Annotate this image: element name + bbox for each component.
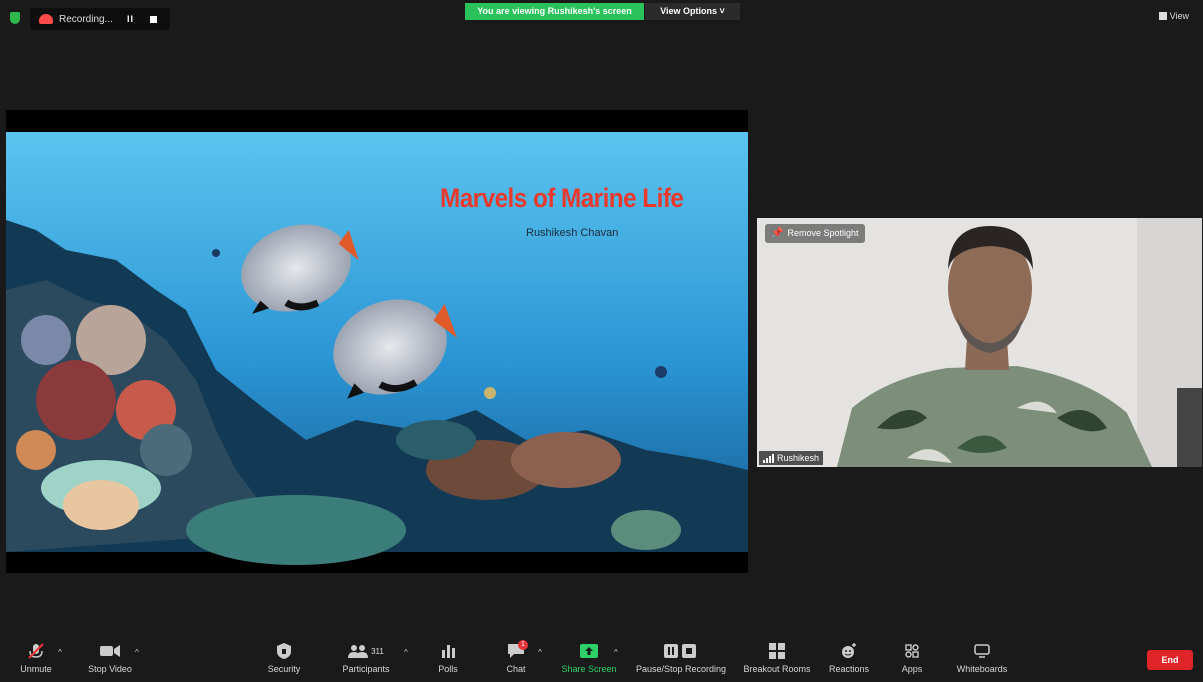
meeting-toolbar: Unmute ^ Stop Video ^ Security 311 Parti… [0,638,1203,682]
unmute-label: Unmute [20,664,52,674]
shared-screen: Marvels of Marine Life Rushikesh Chavan [6,110,748,573]
view-button[interactable]: View [1158,11,1189,21]
share-screen-icon [558,638,620,664]
security-label: Security [267,664,301,674]
share-options-caret[interactable]: ^ [614,648,618,657]
chat-icon [496,638,536,664]
chat-label: Chat [506,664,526,674]
remove-spotlight-button[interactable]: 📌 Remove Spotlight [765,224,865,243]
unmute-button[interactable]: Unmute [14,638,58,682]
pause-stop-record-icon [632,638,730,664]
pause-stop-recording-button[interactable]: Pause/Stop Recording [632,638,730,682]
pause-icon[interactable]: II [127,14,134,24]
video-camera-icon [84,638,136,664]
stop-video-button[interactable]: Stop Video [84,638,136,682]
breakout-rooms-button[interactable]: Breakout Rooms [738,638,816,682]
share-screen-label: Share Screen [561,664,617,674]
apps-button[interactable]: Apps [892,638,932,682]
breakout-rooms-label: Breakout Rooms [743,664,811,674]
video-options-caret[interactable]: ^ [135,648,139,657]
participant-name-tag: Rushikesh [759,451,824,465]
remove-spotlight-label: Remove Spotlight [787,228,859,238]
view-options-label: View Options [660,6,718,16]
reactions-icon [824,638,874,664]
chat-button[interactable]: 1 Chat [496,638,536,682]
pause-stop-recording-label: Pause/Stop Recording [635,664,727,674]
signal-bars-icon [763,453,774,463]
polls-button[interactable]: Polls [428,638,468,682]
view-options-button[interactable]: View Options ˅ [645,3,740,20]
slide-title: Marvels of Marine Life [440,183,684,213]
shield-icon[interactable] [10,12,20,24]
end-meeting-button[interactable]: End [1147,650,1193,670]
participants-label: Participants [342,664,390,674]
chevron-down-icon: ˅ [719,6,725,16]
polls-label: Polls [438,664,458,674]
whiteboards-label: Whiteboards [956,664,1008,674]
participant-video-tile[interactable]: 📌 Remove Spotlight Rushikesh [757,218,1202,467]
audio-options-caret[interactable]: ^ [58,648,62,657]
apps-label: Apps [901,664,923,674]
mic-muted-icon [14,638,58,664]
polls-icon [428,638,468,664]
stop-video-label: Stop Video [88,664,132,674]
reactions-button[interactable]: Reactions [824,638,874,682]
top-bar: Recording... II You are viewing Rushikes… [0,0,1203,30]
apps-icon [892,638,932,664]
participants-count: 311 [371,646,384,656]
cloud-record-icon [39,14,53,24]
participants-options-caret[interactable]: ^ [404,648,408,657]
security-shield-icon [262,638,306,664]
chat-unread-badge: 1 [518,640,528,650]
stop-icon[interactable] [150,15,158,23]
participants-button[interactable]: 311 Participants [336,638,396,682]
participant-video-frame [757,218,1202,467]
recording-indicator: Recording... II [30,8,170,30]
whiteboards-icon [952,638,1012,664]
chat-options-caret[interactable]: ^ [538,648,542,657]
viewing-banner: You are viewing Rushikesh's screen [465,3,644,20]
share-screen-button[interactable]: Share Screen [558,638,620,682]
slide-subtitle: Rushikesh Chavan [526,227,619,239]
view-icon [1158,12,1167,20]
pin-icon: 📌 [771,228,784,239]
security-button[interactable]: Security [262,638,306,682]
whiteboards-button[interactable]: Whiteboards [952,638,1012,682]
participants-icon [348,645,369,658]
reactions-label: Reactions [828,664,870,674]
breakout-rooms-icon [738,638,816,664]
participant-name: Rushikesh [777,453,820,463]
underwater-scene-image [6,110,748,573]
recording-label: Recording... [59,13,113,25]
view-label: View [1169,11,1189,21]
